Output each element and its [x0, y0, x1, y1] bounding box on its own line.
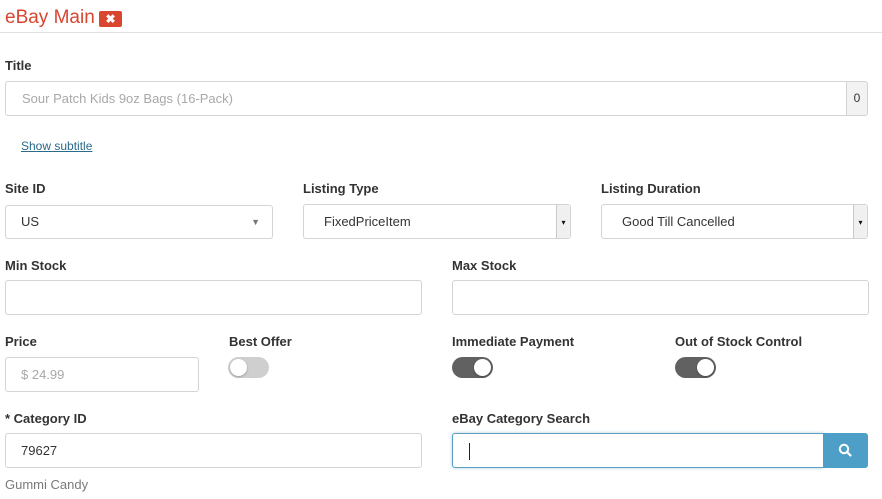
site-id-select[interactable]: US ▼ [5, 205, 273, 239]
price-placeholder: $ 24.99 [21, 366, 65, 382]
max-stock-label: Max Stock [452, 258, 517, 273]
search-icon [838, 443, 852, 457]
min-stock-input[interactable] [5, 280, 422, 315]
title-char-count: 0 [846, 81, 868, 116]
min-stock-label: Min Stock [5, 258, 67, 273]
text-cursor [469, 443, 470, 460]
section-title: eBay Main [5, 7, 95, 28]
select-arrows-icon[interactable]: ▾ [556, 205, 570, 238]
toggle-knob [474, 359, 491, 376]
category-search-input[interactable] [452, 433, 824, 468]
select-arrows-icon[interactable]: ▾ [853, 205, 867, 238]
site-id-label: Site ID [5, 181, 46, 196]
category-id-input[interactable]: 79627 [5, 433, 422, 468]
chevron-down-icon: ▼ [251, 217, 260, 227]
toggle-knob [697, 359, 714, 376]
close-icon: ✖ [105, 12, 116, 26]
toggle-knob [230, 359, 247, 376]
title-label: Title [5, 58, 32, 73]
immediate-payment-toggle[interactable] [452, 357, 493, 378]
price-label: Price [5, 334, 37, 349]
listing-duration-value: Good Till Cancelled [622, 213, 735, 229]
category-search-label: eBay Category Search [452, 411, 591, 426]
category-id-label: * Category ID [5, 411, 87, 426]
remove-section-button[interactable]: ✖ [99, 11, 122, 27]
listing-type-select[interactable]: FixedPriceItem ▾ [303, 204, 571, 239]
category-name: Gummi Candy [5, 477, 89, 492]
listing-duration-label: Listing Duration [601, 181, 701, 196]
price-input[interactable]: $ 24.99 [5, 357, 199, 392]
category-id-value: 79627 [21, 442, 58, 458]
out-of-stock-control-toggle[interactable] [675, 357, 716, 378]
title-placeholder: Sour Patch Kids 9oz Bags (16-Pack) [22, 90, 233, 106]
best-offer-label: Best Offer [229, 334, 292, 349]
listing-duration-select[interactable]: Good Till Cancelled ▾ [601, 204, 868, 239]
max-stock-input[interactable] [452, 280, 869, 315]
header-divider [0, 32, 882, 33]
immediate-payment-label: Immediate Payment [452, 334, 575, 349]
out-of-stock-control-label: Out of Stock Control [675, 334, 803, 349]
best-offer-toggle[interactable] [228, 357, 269, 378]
listing-type-value: FixedPriceItem [324, 213, 411, 229]
title-input[interactable]: Sour Patch Kids 9oz Bags (16-Pack) [5, 81, 847, 116]
show-subtitle-link[interactable]: Show subtitle [21, 139, 92, 153]
category-search-button[interactable] [823, 433, 868, 468]
listing-type-label: Listing Type [303, 181, 379, 196]
site-id-value: US [21, 214, 40, 229]
